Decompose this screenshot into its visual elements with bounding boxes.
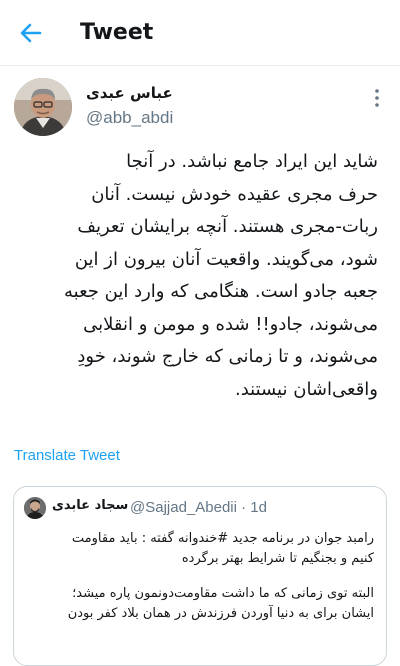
- author-handle[interactable]: @abb_abdi: [86, 108, 173, 128]
- quote-text-line: کنیم و بجنگیم تا شرایط بهتر برگرده: [181, 551, 374, 566]
- more-options-button[interactable]: [372, 86, 382, 110]
- quote-author-handle: @Sajjad_Abedii · 1d: [130, 499, 267, 516]
- avatar[interactable]: [14, 78, 72, 136]
- author-name[interactable]: عباس عبدی: [86, 84, 173, 102]
- quote-text: رامبد جوان در برنامه جدید #خندوانه گفته …: [22, 529, 374, 624]
- quote-text-line: البته توی زمانی که ما داشت مقاومت‌دونمون…: [72, 586, 374, 601]
- page-title: Tweet: [80, 20, 154, 45]
- tweet-text-line: می‌شوند، و تا زمانی که خارج شوند، خودِ: [77, 346, 378, 367]
- quote-text-line: رامبد جوان در برنامه جدید #خندوانه گفته …: [71, 531, 374, 546]
- tweet-text-line: شاید این ایراد جامع نباشد. در آنجا: [126, 151, 378, 172]
- tweet-text-line: واقعی‌اشان نیستند.: [234, 378, 378, 400]
- more-vertical-icon: [375, 89, 379, 107]
- tweet-text-line: جعبه جادو است. هنگامی که وارد این جعبه: [64, 281, 378, 302]
- quote-author-name: سجاد عابدی: [52, 498, 129, 513]
- tweet-text: شاید این ایراد جامع نباشد. در آنجا حرف م…: [10, 146, 378, 406]
- translate-tweet-link[interactable]: Translate Tweet: [14, 447, 120, 464]
- quote-avatar-photo: [24, 497, 46, 519]
- top-bar: Tweet: [0, 0, 400, 66]
- arrow-left-icon: [20, 23, 42, 43]
- tweet-text-line: حرف مجری عقیده خودش نیست. آنان: [91, 183, 378, 205]
- quoted-tweet[interactable]: سجاد عابدی @Sajjad_Abedii · 1d رامبد جوا…: [13, 486, 387, 666]
- avatar-photo: [14, 78, 72, 136]
- quote-text-line: ایشان برای به دنیا آوردن فرزندش در همان …: [67, 606, 374, 621]
- back-button[interactable]: [18, 20, 44, 46]
- tweet-text-line: می‌شوند، جادو!! شده و مومن و انقلابی: [83, 313, 378, 335]
- quote-avatar: [24, 497, 46, 519]
- tweet-text-line: شود، می‌گویند. واقعیت آنان بیرون از این: [74, 248, 378, 270]
- tweet-text-line: ربات-مجری هستند. آنچه برایشان تعریف: [77, 216, 378, 237]
